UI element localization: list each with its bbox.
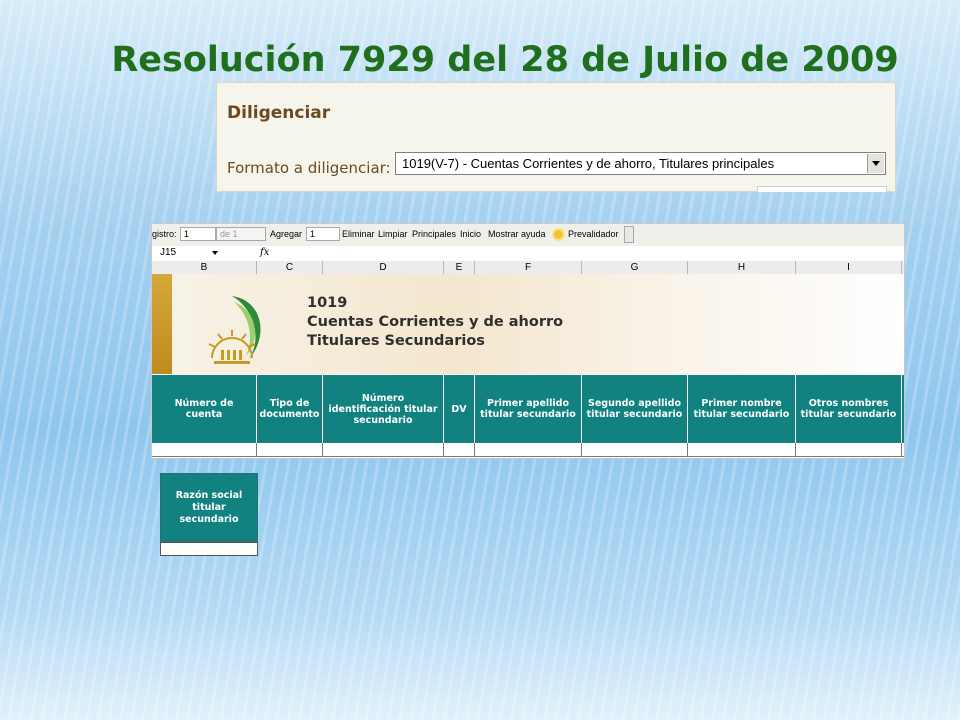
chevron-down-icon [872, 161, 880, 166]
form-code: 1019 [307, 295, 348, 311]
dian-logo-icon [208, 296, 261, 364]
column-header[interactable]: F [475, 261, 582, 274]
inicio-button[interactable]: Inicio [460, 229, 481, 239]
column-header[interactable]: G [582, 261, 688, 274]
otros-nombres-cell[interactable] [796, 443, 902, 456]
primer-apellido-cell[interactable] [475, 443, 582, 456]
banner-title: 1019 Cuentas Corrientes y de ahorro Titu… [307, 294, 563, 351]
mostrar-ayuda-button[interactable]: Mostrar ayuda [488, 229, 546, 239]
diligenciar-heading: Diligenciar [227, 103, 331, 123]
registro-total: de 1 [216, 227, 266, 241]
dv-cell[interactable] [444, 443, 475, 456]
format-label: Formato a diligenciar: [227, 159, 391, 177]
header-cell: Primer apellido titular secundario [475, 375, 582, 443]
principales-button[interactable]: Principales [412, 229, 456, 239]
table-row [152, 443, 904, 457]
limpiar-button[interactable]: Limpiar [378, 229, 408, 239]
form-toolbar: gistro: 1 de 1 Agregar 1 Eliminar Limpia… [152, 224, 904, 247]
table-header-row: Número de cuenta Tipo de documento Númer… [152, 375, 904, 443]
spreadsheet-window: gistro: 1 de 1 Agregar 1 Eliminar Limpia… [152, 224, 904, 458]
panel-edge-strip [757, 186, 887, 192]
format-select[interactable]: 1019(V-7) - Cuentas Corrientes y de ahor… [395, 152, 886, 175]
header-cell: Segundo apellido titular secundario [582, 375, 688, 443]
column-header[interactable]: I [796, 261, 902, 274]
tipo-documento-cell[interactable] [257, 443, 323, 456]
form-title-line2: Titulares Secundarios [307, 333, 485, 349]
header-cell: Tipo de documento [257, 375, 323, 443]
header-cell: Número de cuenta [152, 375, 257, 443]
slide-title: Resolución 7929 del 28 de Julio de 2009 [111, 40, 899, 80]
agregar-input[interactable]: 1 [306, 227, 340, 241]
column-header[interactable]: B [152, 261, 257, 274]
form-banner: 1019 Cuentas Corrientes y de ahorro Titu… [152, 274, 904, 374]
fx-icon: fx [260, 247, 270, 258]
column-header[interactable]: C [257, 261, 323, 274]
column-headers: B C D E F G H I [152, 261, 904, 275]
column-header[interactable]: H [688, 261, 796, 274]
eliminar-button[interactable]: Eliminar [342, 229, 375, 239]
razon-social-header: Razón social titular secundario [160, 473, 258, 542]
header-cell: Otros nombres titular secundario [796, 375, 902, 443]
chevron-down-icon[interactable] [212, 251, 218, 255]
razon-social-cell[interactable] [160, 542, 258, 556]
form-title-line1: Cuentas Corrientes y de ahorro [307, 314, 564, 330]
toolbar-scroll-handle[interactable] [624, 226, 634, 243]
name-box[interactable]: J15 [152, 246, 220, 260]
segundo-apellido-cell[interactable] [582, 443, 688, 456]
format-select-value: 1019(V-7) - Cuentas Corrientes y de ahor… [402, 156, 775, 171]
numero-cuenta-cell[interactable] [152, 443, 257, 456]
sun-icon [554, 230, 563, 239]
column-header[interactable]: D [323, 261, 444, 274]
header-cell: Primer nombre titular secundario [688, 375, 796, 443]
header-cell: DV [444, 375, 475, 443]
column-header[interactable]: E [444, 261, 475, 274]
banner-gold-stripe [152, 274, 172, 374]
header-cell: Número identificación titular secundario [323, 375, 444, 443]
formula-bar: J15 fx [152, 246, 904, 262]
numero-identificacion-cell[interactable] [323, 443, 444, 456]
dropdown-button[interactable] [867, 154, 884, 173]
agregar-label: Agregar [270, 229, 303, 239]
prevalidador-button[interactable]: Prevalidador [568, 229, 619, 239]
primer-nombre-cell[interactable] [688, 443, 796, 456]
registro-input[interactable]: 1 [180, 227, 216, 241]
registro-label: gistro: [152, 229, 177, 239]
diligenciar-panel: Diligenciar Formato a diligenciar: 1019(… [216, 82, 896, 192]
